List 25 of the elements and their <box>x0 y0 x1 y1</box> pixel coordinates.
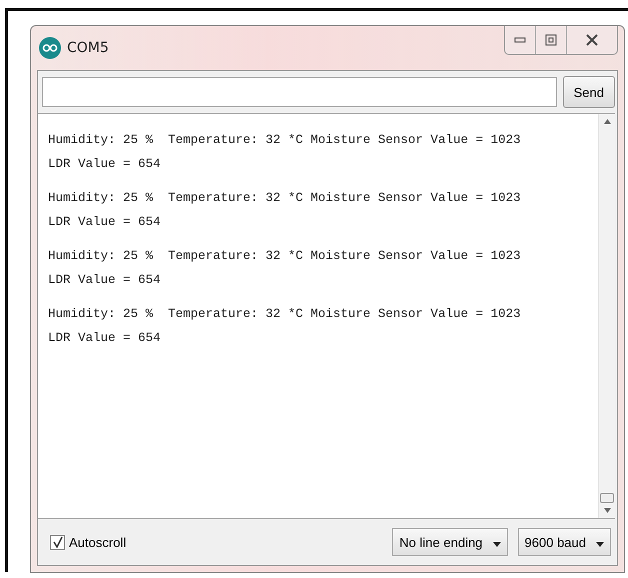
output-line: Humidity: 25 % Temperature: 32 *C Moisture Sensor Value = 1023 <box>48 306 522 323</box>
scroll-thumb[interactable] <box>600 493 614 503</box>
autoscroll-label: Autoscroll <box>69 534 126 550</box>
scroll-up-icon <box>604 119 610 124</box>
send-button[interactable]: Send <box>562 76 615 108</box>
input-field[interactable] <box>42 77 557 107</box>
output-line: LDR Value = 654 <box>48 272 162 289</box>
caret-icon <box>596 542 604 546</box>
caret-icon <box>492 542 501 546</box>
output-line: Humidity: 25 % Temperature: 32 *C Moisture Sensor Value = 1023 <box>48 190 522 207</box>
autoscroll-checkbox[interactable] <box>50 534 65 550</box>
scrollbar[interactable] <box>598 114 615 518</box>
close-icon <box>585 34 599 46</box>
line-ending-dropdown[interactable]: No line ending <box>392 528 508 556</box>
maximize-icon <box>545 34 557 46</box>
scroll-down-icon <box>604 508 610 513</box>
output-line: Humidity: 25 % Temperature: 32 *C Moisture Sensor Value = 1023 <box>48 132 522 149</box>
output-line: LDR Value = 654 <box>48 330 162 347</box>
baud-rate-dropdown[interactable]: 9600 baud <box>518 528 611 556</box>
minimize-icon <box>514 36 526 44</box>
output-line: LDR Value = 654 <box>48 156 162 173</box>
window-title: COM5 <box>67 40 109 56</box>
output-line: Humidity: 25 % Temperature: 32 *C Moisture Sensor Value = 1023 <box>48 248 522 265</box>
output-line: LDR Value = 654 <box>48 214 162 231</box>
infinity-logo-icon <box>39 37 61 59</box>
